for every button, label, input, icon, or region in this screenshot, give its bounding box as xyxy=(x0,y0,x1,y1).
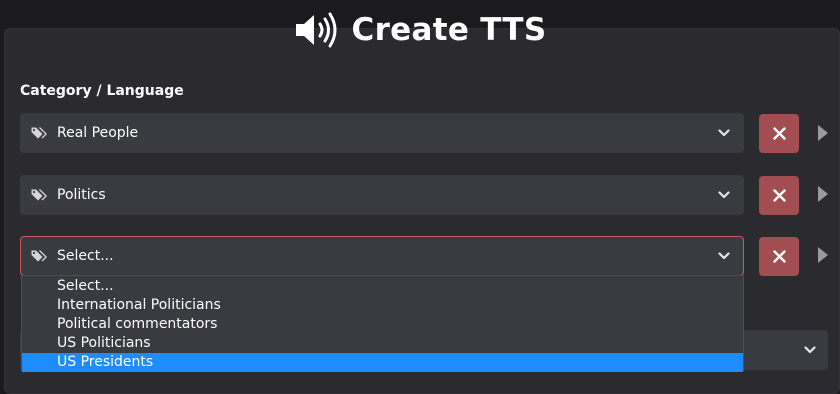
select-value: Select... xyxy=(57,248,114,264)
category-language-label: Category / Language xyxy=(20,83,184,99)
dropdown-option[interactable]: Political commentators xyxy=(22,315,743,334)
play-icon[interactable] xyxy=(817,124,829,142)
select-control[interactable]: Politics xyxy=(20,175,744,215)
chevron-down-icon[interactable] xyxy=(804,346,816,354)
page-header: Create TTS xyxy=(0,8,840,52)
dropdown-option[interactable]: Select... xyxy=(22,277,743,296)
play-icon[interactable] xyxy=(817,246,829,264)
remove-category-button-3[interactable] xyxy=(759,237,799,276)
tag-icon xyxy=(31,249,48,263)
category-select-1[interactable]: Real People xyxy=(20,113,744,153)
category-select-2[interactable]: Politics xyxy=(20,175,744,215)
close-icon xyxy=(773,127,786,140)
page-title: Create TTS xyxy=(351,12,547,48)
select-control[interactable]: Select... xyxy=(20,236,744,276)
select-value: Politics xyxy=(57,187,106,203)
chevron-down-icon[interactable] xyxy=(718,129,730,137)
select-value: Real People xyxy=(57,125,139,141)
dropdown-option-highlighted[interactable]: US Presidents xyxy=(22,353,743,372)
play-icon[interactable] xyxy=(817,185,829,203)
chevron-down-icon[interactable] xyxy=(718,191,730,199)
category-select-3[interactable]: Select... xyxy=(20,236,744,276)
chevron-down-icon[interactable] xyxy=(718,252,730,260)
speaker-icon xyxy=(295,12,337,48)
close-icon xyxy=(773,189,786,202)
close-icon xyxy=(773,250,786,263)
remove-category-button-1[interactable] xyxy=(759,114,799,153)
tag-icon xyxy=(31,188,48,202)
remove-category-button-2[interactable] xyxy=(759,176,799,215)
category-dropdown-list[interactable]: Select... International Politicians Poli… xyxy=(21,275,744,372)
select-control[interactable]: Real People xyxy=(20,113,744,153)
tag-icon xyxy=(31,126,48,140)
dropdown-option[interactable]: International Politicians xyxy=(22,296,743,315)
dropdown-option[interactable]: US Politicians xyxy=(22,334,743,353)
